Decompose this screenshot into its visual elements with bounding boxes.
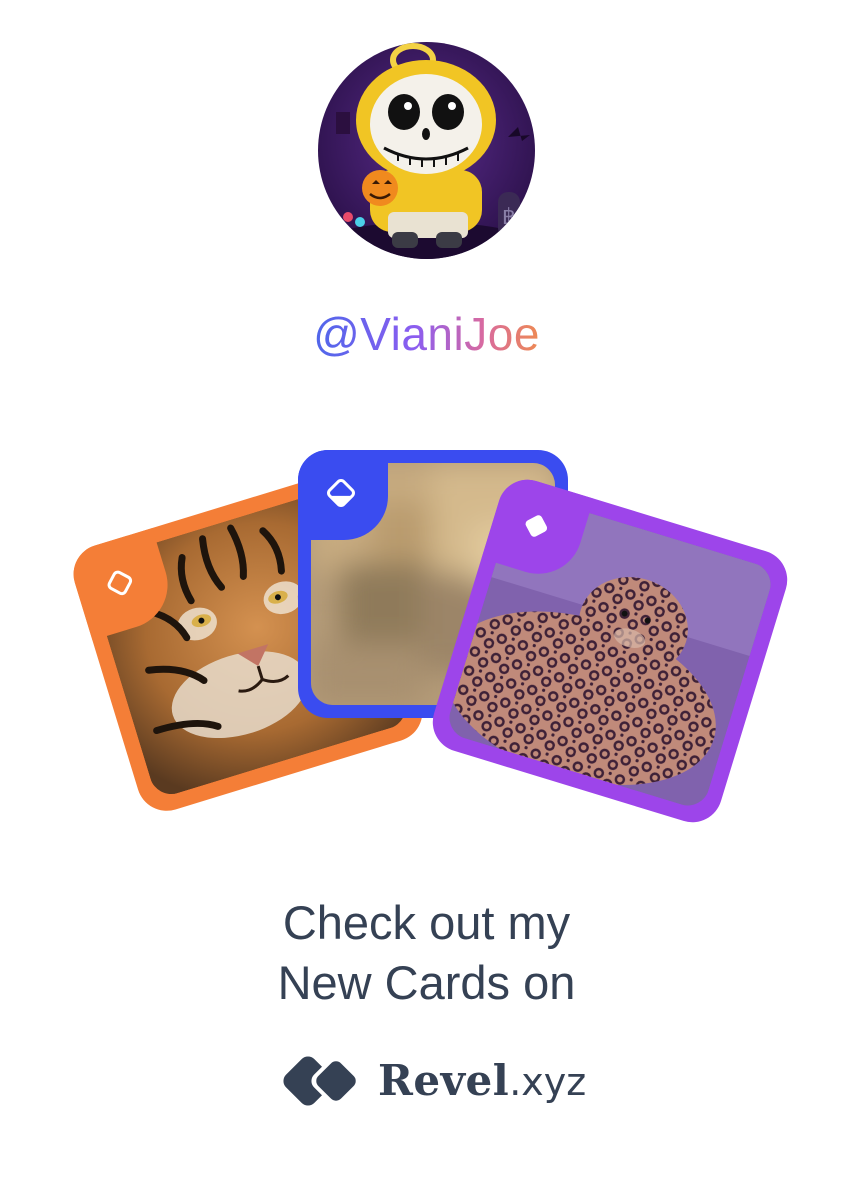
brand-tld: .xyz — [509, 1060, 587, 1104]
headline-line-1: Check out my — [282, 896, 571, 949]
brand-name: Revel — [378, 1056, 510, 1105]
skeleton-mascot-avatar: ฿ — [318, 42, 535, 259]
diamond-outline-icon — [107, 570, 133, 596]
profile-avatar[interactable]: ฿ — [318, 42, 535, 259]
username[interactable]: @VianiJoe — [0, 306, 853, 362]
blurred-card-corner — [298, 450, 388, 540]
diamond-half-icon — [327, 479, 355, 507]
revel-brand-link[interactable]: Revel.xyz — [280, 1050, 586, 1120]
diamond-solid-icon — [525, 515, 548, 537]
username-text: @VianiJoe — [313, 308, 540, 360]
revel-logo-icon — [283, 1056, 361, 1106]
revel-wordmark: Revel.xyz — [378, 1056, 586, 1105]
headline: Check out my New Cards on — [0, 893, 853, 1013]
headline-line-2: New Cards on — [277, 956, 576, 1009]
svg-text:฿: ฿ — [502, 205, 516, 230]
